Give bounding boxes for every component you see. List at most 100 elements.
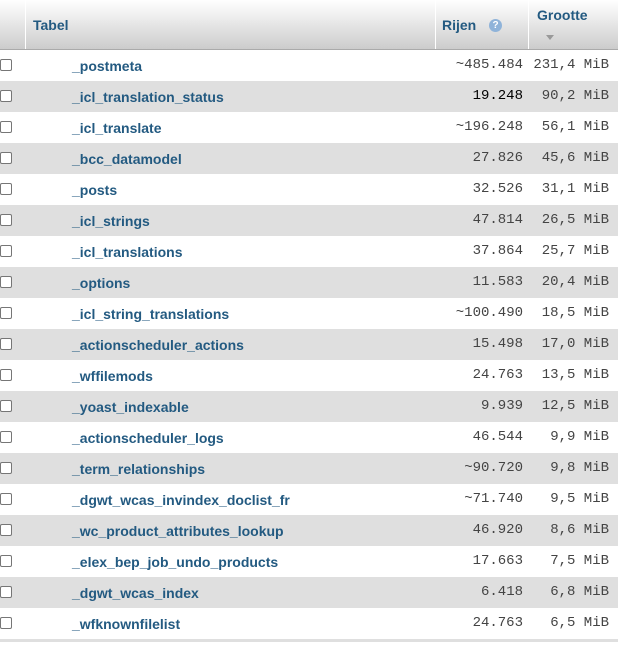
- row-checkbox[interactable]: [0, 121, 12, 133]
- table-size: 6,8 MiB: [550, 584, 609, 600]
- table-size: 13,5 MiB: [541, 367, 609, 383]
- table-row: _options 11.583 20,4 MiB: [0, 267, 618, 298]
- row-checkbox[interactable]: [0, 152, 12, 164]
- row-count: 32.526: [472, 181, 523, 197]
- row-count: ~196.248: [455, 119, 523, 135]
- table-header: Tabel Rijen ? Grootte: [0, 0, 618, 50]
- table-row: _wc_product_attributes_lookup 46.920 8,6 M…: [0, 515, 618, 546]
- header-table-label[interactable]: Tabel: [33, 17, 69, 33]
- table-row: _postmeta ~485.484 231,4 MiB: [0, 50, 618, 81]
- row-count: 47.814: [472, 212, 523, 228]
- table-row: _wffilemods 24.763 13,5 MiB: [0, 360, 618, 391]
- row-checkbox[interactable]: [0, 617, 12, 629]
- row-checkbox[interactable]: [0, 276, 12, 288]
- table-row: _yoast_indexable 9.939 12,5 MiB: [0, 391, 618, 422]
- table-name-link[interactable]: _icl_string_translations: [72, 306, 229, 322]
- database-tables-table: Tabel Rijen ? Grootte _postmeta ~485.484 2…: [0, 0, 618, 642]
- sort-desc-icon[interactable]: [546, 35, 554, 40]
- row-checkbox[interactable]: [0, 59, 12, 71]
- table-size: 7,5 MiB: [550, 553, 609, 569]
- table-name-link[interactable]: _icl_translate: [72, 120, 162, 136]
- row-count: 37.864: [472, 243, 523, 259]
- row-count: ~71.740: [464, 491, 523, 507]
- table-name-link[interactable]: _term_relationships: [72, 461, 205, 477]
- table-name-link[interactable]: _yoast_indexable: [72, 399, 189, 415]
- table-size: 9,5 MiB: [550, 491, 609, 507]
- table-name-link[interactable]: _wfknownfilelist: [72, 616, 180, 632]
- table-size: 90,2 MiB: [541, 88, 609, 104]
- header-rows-label[interactable]: Rijen: [442, 17, 476, 33]
- table-size: 20,4 MiB: [541, 274, 609, 290]
- table-size: 9,9 MiB: [550, 429, 609, 445]
- table-row: _icl_string_translations ~100.490 18,5 MiB: [0, 298, 618, 329]
- row-count: 46.544: [472, 429, 523, 445]
- row-checkbox[interactable]: [0, 400, 12, 412]
- table-name-link[interactable]: _posts: [72, 182, 117, 198]
- row-count: 17.663: [472, 553, 523, 569]
- row-count: 6.418: [480, 584, 523, 600]
- table-row: _icl_strings 47.814 26,5 MiB: [0, 205, 618, 236]
- table-size: 18,5 MiB: [541, 305, 609, 321]
- table-body: _postmeta ~485.484 231,4 MiB _icl_translati…: [0, 50, 618, 639]
- table-name-link[interactable]: _options: [72, 275, 130, 291]
- row-checkbox[interactable]: [0, 462, 12, 474]
- row-checkbox[interactable]: [0, 338, 12, 350]
- table-row: _actionscheduler_logs 46.544 9,9 MiB: [0, 422, 618, 453]
- row-count: 9.939: [480, 398, 523, 414]
- table-name-link[interactable]: _icl_strings: [72, 213, 150, 229]
- row-checkbox[interactable]: [0, 586, 12, 598]
- table-size: 8,6 MiB: [550, 522, 609, 538]
- table-row: _icl_translate ~196.248 56,1 MiB: [0, 112, 618, 143]
- row-checkbox[interactable]: [0, 214, 12, 226]
- table-size: 17,0 MiB: [541, 336, 609, 352]
- row-checkbox[interactable]: [0, 307, 12, 319]
- table-row: _icl_translation_status 19.248 90,2 MiB: [0, 81, 618, 112]
- table-row: _posts 32.526 31,1 MiB: [0, 174, 618, 205]
- table-size: 26,5 MiB: [541, 212, 609, 228]
- table-name-link[interactable]: _actionscheduler_actions: [72, 337, 244, 353]
- row-count: 27.826: [472, 150, 523, 166]
- row-count: 15.498: [472, 336, 523, 352]
- table-size: 45,6 MiB: [541, 150, 609, 166]
- table-name-link[interactable]: _wc_product_attributes_lookup: [72, 523, 284, 539]
- help-icon[interactable]: ?: [489, 19, 502, 32]
- table-name-link[interactable]: _wffilemods: [72, 368, 153, 384]
- table-row: _dgwt_wcas_invindex_doclist_fr ~71.740 9,5…: [0, 484, 618, 515]
- table-name-link[interactable]: _bcc_datamodel: [72, 151, 182, 167]
- table-size: 12,5 MiB: [541, 398, 609, 414]
- row-checkbox[interactable]: [0, 369, 12, 381]
- table-name-link[interactable]: _dgwt_wcas_index: [72, 585, 199, 601]
- header-table-column[interactable]: Tabel: [26, 0, 436, 49]
- row-checkbox[interactable]: [0, 555, 12, 567]
- table-row: _wfknownfilelist 24.763 6,5 MiB: [0, 608, 618, 639]
- table-name-link[interactable]: _dgwt_wcas_invindex_doclist_fr: [72, 492, 290, 508]
- table-name-link[interactable]: _actionscheduler_logs: [72, 430, 224, 446]
- row-count: 11.583: [472, 274, 523, 290]
- table-row: _dgwt_wcas_index 6.418 6,8 MiB: [0, 577, 618, 608]
- header-checkbox-column: [0, 0, 26, 49]
- table-size: 25,7 MiB: [541, 243, 609, 259]
- row-checkbox[interactable]: [0, 431, 12, 443]
- row-checkbox[interactable]: [0, 183, 12, 195]
- table-size: 31,1 MiB: [541, 181, 609, 197]
- table-row: _elex_bep_job_undo_products 17.663 7,5 MiB: [0, 546, 618, 577]
- row-count: 24.763: [472, 367, 523, 383]
- table-row: _icl_translations 37.864 25,7 MiB: [0, 236, 618, 267]
- header-size-column[interactable]: Grootte: [529, 0, 618, 49]
- table-name-link[interactable]: _icl_translation_status: [72, 89, 224, 105]
- table-name-link[interactable]: _elex_bep_job_undo_products: [72, 554, 278, 570]
- row-count: 46.920: [472, 522, 523, 538]
- table-name-link[interactable]: _icl_translations: [72, 244, 183, 260]
- header-size-label[interactable]: Grootte: [537, 7, 588, 23]
- table-name-link[interactable]: _postmeta: [72, 58, 142, 74]
- header-rows-column[interactable]: Rijen ?: [436, 0, 529, 49]
- row-checkbox[interactable]: [0, 524, 12, 536]
- row-checkbox[interactable]: [0, 493, 12, 505]
- table-size: 9,8 MiB: [550, 460, 609, 476]
- row-checkbox[interactable]: [0, 245, 12, 257]
- table-row: _bcc_datamodel 27.826 45,6 MiB: [0, 143, 618, 174]
- row-checkbox[interactable]: [0, 90, 12, 102]
- row-count: ~485.484: [455, 57, 523, 73]
- table-size: 56,1 MiB: [541, 119, 609, 135]
- row-count: ~90.720: [464, 460, 523, 476]
